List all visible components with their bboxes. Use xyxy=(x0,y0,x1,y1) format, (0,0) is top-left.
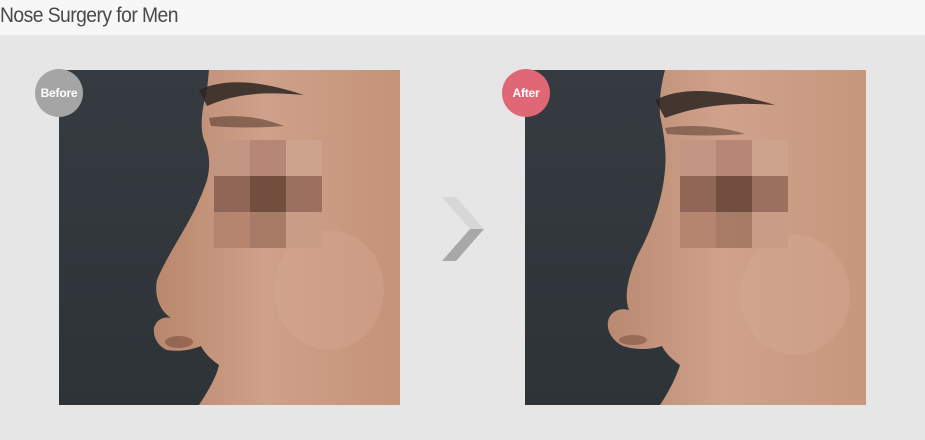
before-photo xyxy=(59,70,400,405)
page-title: Nose Surgery for Men xyxy=(0,4,179,27)
after-badge: After xyxy=(502,69,550,117)
after-photo xyxy=(525,70,866,405)
before-badge: Before xyxy=(35,69,83,117)
chevron-right-icon xyxy=(440,193,486,270)
header-bar: Nose Surgery for Men xyxy=(0,0,925,35)
